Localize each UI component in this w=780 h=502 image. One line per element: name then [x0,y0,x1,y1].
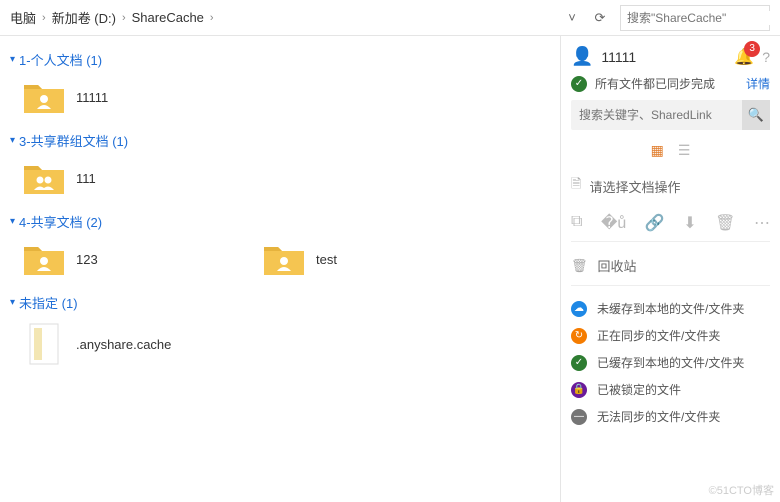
chevron-down-icon: ▾ [10,54,15,65]
folder-icon [22,241,66,277]
group-header[interactable]: ▾ 未指定 (1) [10,287,550,318]
chevron-down-icon: ▾ [10,216,15,227]
recycle-label: 回收站 [598,256,637,275]
file-item[interactable]: 123 [22,241,222,277]
breadcrumb: 电脑›新加卷 (D:)›ShareCache› [4,8,214,27]
legend-text: 未缓存到本地的文件/文件夹 [597,300,744,317]
side-panel: 👤 11111 🔔3 ? ✓ 所有文件都已同步完成 详情 🔍 ▦ ☰ 🗎 请选择… [560,36,780,502]
legend-dot: — [571,409,587,425]
group-header[interactable]: ▾ 1-个人文档 (1) [10,44,550,75]
chevron-down-icon: ▾ [10,297,15,308]
group-header[interactable]: ▾ 3-共享群组文档 (1) [10,125,550,156]
crumb[interactable]: 电脑 [4,8,42,27]
legend-dot: ☁ [571,301,587,317]
crumb[interactable]: ShareCache [126,10,210,25]
status-icon: ✓ [571,76,587,92]
legend-item: ✓ 已缓存到本地的文件/文件夹 [571,354,770,371]
user-icon: 👤 [571,46,593,67]
chevron-down-icon: ▾ [10,135,15,146]
file-pane: ▾ 1-个人文档 (1) 11111 ▾ 3-共享群组文档 (1) 111 ▾ 4-共享文档 … [0,36,560,502]
legend-text: 已被锁定的文件 [597,381,681,398]
legend-item: ↻ 正在同步的文件/文件夹 [571,327,770,344]
download-button[interactable]: ⬇ [683,213,696,233]
document-icon: 🗎 [571,175,581,197]
detail-link[interactable]: 详情 [746,75,770,92]
notification-badge: 3 [744,41,760,57]
help-button[interactable]: ? [762,49,770,65]
hint-text: 请选择文档操作 [589,177,680,196]
legend-dot: 🔒 [571,382,587,398]
list-view-button[interactable]: ☰ [678,142,691,159]
status-text: 所有文件都已同步完成 [595,75,738,92]
group-label: 1-个人文档 (1) [19,50,102,69]
search-box[interactable]: 🔍 [620,5,770,31]
panel-search-button[interactable]: 🔍 [742,100,770,130]
panel-search: 🔍 [571,100,770,130]
trash-icon: 🗑 [571,258,588,274]
share-button[interactable]: �ů [601,213,626,233]
legend-dot: ↻ [571,328,587,344]
group-label: 3-共享群组文档 (1) [19,131,128,150]
copy-button[interactable]: ⧉ [571,213,582,233]
file-item[interactable]: .anyshare.cache [22,322,222,366]
file-item[interactable]: 111 [22,160,222,196]
dropdown-button[interactable]: ˅ [558,4,586,32]
legend-dot: ✓ [571,355,587,371]
legend-item: 🔒 已被锁定的文件 [571,381,770,398]
legend-item: ☁ 未缓存到本地的文件/文件夹 [571,300,770,317]
item-label: test [316,252,337,267]
file-item[interactable]: test [262,241,462,277]
grid-view-button[interactable]: ▦ [651,142,664,159]
panel-title: 11111 [601,49,726,65]
folder-icon [22,160,66,196]
group-label: 4-共享文档 (2) [19,212,102,231]
item-label: 111 [76,171,96,186]
legend: ☁ 未缓存到本地的文件/文件夹 ↻ 正在同步的文件/文件夹 ✓ 已缓存到本地的文件/文件夹… [571,294,770,425]
recycle-bin[interactable]: 🗑 回收站 [571,250,770,286]
toolbar: 电脑›新加卷 (D:)›ShareCache› ˅ ⟳ 🔍 [0,0,780,36]
delete-button[interactable]: 🗑 [715,213,735,233]
item-label: 11111 [76,90,108,105]
crumb[interactable]: 新加卷 (D:) [46,8,122,27]
more-button[interactable]: ⋯ [754,213,770,233]
legend-text: 正在同步的文件/文件夹 [597,327,720,344]
item-label: .anyshare.cache [76,337,171,352]
watermark: ©51CTO博客 [709,482,774,498]
file-item[interactable]: 11111 [22,79,222,115]
refresh-button[interactable]: ⟳ [586,4,614,32]
panel-search-input[interactable] [571,108,742,122]
notifications-button[interactable]: 🔔3 [734,47,754,67]
legend-text: 无法同步的文件/文件夹 [597,408,720,425]
group-header[interactable]: ▾ 4-共享文档 (2) [10,206,550,237]
file-icon [22,322,66,366]
legend-text: 已缓存到本地的文件/文件夹 [597,354,744,371]
chevron-right-icon: › [210,12,214,24]
legend-item: — 无法同步的文件/文件夹 [571,408,770,425]
item-label: 123 [76,252,98,267]
folder-icon [262,241,306,277]
search-input[interactable] [627,11,780,25]
link-button[interactable]: 🔗 [645,213,665,233]
folder-icon [22,79,66,115]
group-label: 未指定 (1) [19,293,78,312]
